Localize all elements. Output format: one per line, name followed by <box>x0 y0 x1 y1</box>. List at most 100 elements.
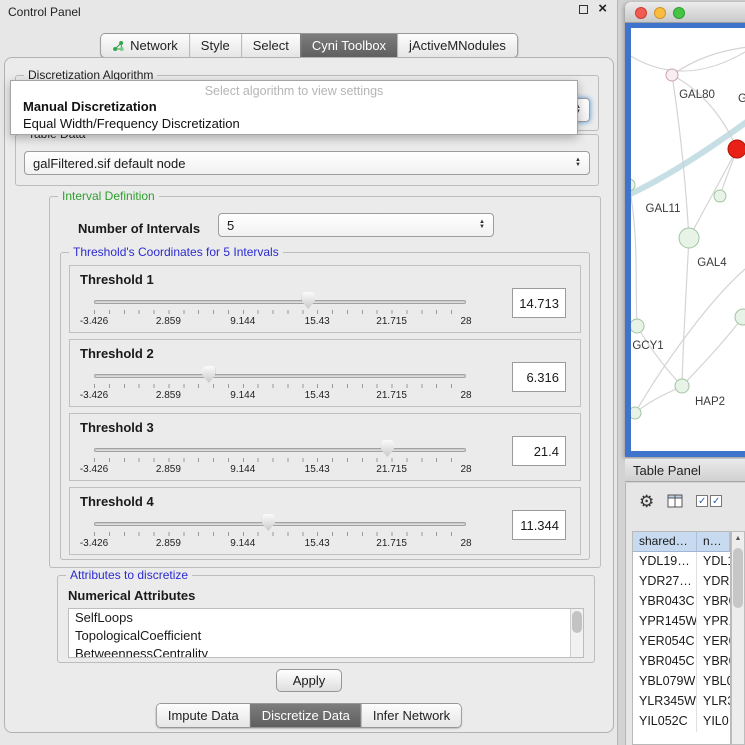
attribute-list-item[interactable]: BetweennessCentrality <box>69 645 583 658</box>
tab-impute-data[interactable]: Impute Data <box>157 704 250 727</box>
node[interactable] <box>714 190 726 202</box>
table-row[interactable]: YER054CYER0… <box>633 632 730 652</box>
network-edge[interactable] <box>682 238 689 386</box>
slider-thumb[interactable] <box>262 514 275 531</box>
threshold-slider-1[interactable]: -3.4262.8599.14415.4321.71528 <box>94 292 466 330</box>
threshold-value-field[interactable]: 6.316 <box>512 362 566 392</box>
slider-thumb[interactable] <box>202 366 215 383</box>
table-scrollbar-thumb[interactable] <box>733 548 743 608</box>
tab-network[interactable]: Network <box>101 34 189 57</box>
table-cell[interactable]: YLR3… <box>697 692 730 712</box>
node[interactable] <box>631 407 641 419</box>
scale-label: 28 <box>460 316 471 327</box>
tab-jactivemnodules[interactable]: jActiveMNodules <box>397 34 517 57</box>
node-gcy1[interactable] <box>631 319 644 333</box>
network-edge[interactable] <box>635 386 682 413</box>
table-row[interactable]: YLR345WYLR3… <box>633 692 730 712</box>
select-all-columns-icon[interactable]: ✓ <box>696 495 708 507</box>
table-row[interactable]: YBR045CYBR0… <box>633 652 730 672</box>
number-of-intervals-combobox[interactable]: 5 ▲▼ <box>218 213 494 237</box>
table-cell[interactable]: YBR043C <box>633 592 697 612</box>
threshold-slider-4[interactable]: -3.4262.8599.14415.4321.71528 <box>94 514 466 552</box>
attribute-list-item[interactable]: TopologicalCoefficient <box>69 627 583 645</box>
list-scrollbar[interactable] <box>570 609 583 657</box>
table-cell[interactable]: YBR0… <box>697 652 730 672</box>
slider-track[interactable] <box>94 522 466 526</box>
network-edge[interactable] <box>631 43 745 71</box>
network-graph[interactable]: GAL80GAL11GAL4GCY1HAP2GA <box>631 28 745 451</box>
slider-track[interactable] <box>94 300 466 304</box>
table-row[interactable]: YBL079WYBL0… <box>633 672 730 692</box>
threshold-slider-3[interactable]: -3.4262.8599.14415.4321.71528 <box>94 440 466 478</box>
tab-select[interactable]: Select <box>241 34 300 57</box>
table-cell[interactable]: YPR145W <box>633 612 697 632</box>
slider-thumb[interactable] <box>302 292 315 309</box>
node[interactable] <box>728 140 745 158</box>
table-cell[interactable]: YER0… <box>697 632 730 652</box>
node-gal80[interactable] <box>666 69 678 81</box>
column-header-2[interactable]: n… <box>697 532 730 551</box>
table-cell[interactable]: YBL0… <box>697 672 730 692</box>
list-scrollbar-thumb[interactable] <box>572 611 582 633</box>
mac-close-icon[interactable] <box>635 7 647 19</box>
apply-button[interactable]: Apply <box>276 669 342 692</box>
network-edge[interactable] <box>682 317 743 386</box>
threshold-label: Threshold 3 <box>80 420 154 435</box>
slider-thumb[interactable] <box>381 440 394 457</box>
table-cell[interactable]: YLR345W <box>633 692 697 712</box>
network-canvas[interactable]: GAL80GAL11GAL4GCY1HAP2GA <box>631 28 745 451</box>
network-edge[interactable] <box>631 185 637 326</box>
combo-arrows-icon: ▲▼ <box>479 220 485 230</box>
network-edge[interactable] <box>689 149 737 238</box>
table-cell[interactable]: YDR2… <box>697 572 730 592</box>
table-row[interactable]: YPR145WYPR1… <box>633 612 730 632</box>
scale-label: 9.144 <box>230 538 255 549</box>
table-row[interactable]: YDL19…YDL1… <box>633 552 730 572</box>
network-edge[interactable] <box>631 113 745 196</box>
mac-minimize-icon[interactable] <box>654 7 666 19</box>
node-hap2[interactable] <box>675 379 689 393</box>
table-cell[interactable]: YBR0… <box>697 592 730 612</box>
tab-style[interactable]: Style <box>189 34 241 57</box>
slider-track[interactable] <box>94 448 466 452</box>
attributes-listbox[interactable]: SelfLoopsTopologicalCoefficientBetweenne… <box>68 608 584 658</box>
table-cell[interactable]: YIL0… <box>697 712 730 732</box>
mac-zoom-icon[interactable] <box>673 7 685 19</box>
node[interactable] <box>735 309 745 325</box>
table-cell[interactable]: YDR27… <box>633 572 697 592</box>
table-row[interactable]: YDR27…YDR2… <box>633 572 730 592</box>
table-cell[interactable]: YIL052C <box>633 712 697 732</box>
network-window-titlebar[interactable] <box>625 2 745 23</box>
select-columns-icon[interactable]: ✓ <box>710 495 722 507</box>
column-chooser-icon[interactable] <box>667 494 683 508</box>
table-cell[interactable]: YDL19… <box>633 552 697 572</box>
table-cell[interactable]: YPR1… <box>697 612 730 632</box>
dropdown-option-manual-discretization[interactable]: Manual Discretization <box>11 98 577 115</box>
table-cell[interactable]: YBR045C <box>633 652 697 672</box>
network-edge[interactable] <box>637 326 682 386</box>
attribute-list-item[interactable]: SelfLoops <box>69 609 583 627</box>
column-header-1[interactable]: shared… <box>633 532 697 551</box>
float-window-icon[interactable] <box>579 5 588 14</box>
table-cell[interactable]: YBL079W <box>633 672 697 692</box>
table-scrollbar[interactable]: ▲ <box>731 531 745 745</box>
table-cell[interactable]: YDL1… <box>697 552 730 572</box>
node-gal4[interactable] <box>679 228 699 248</box>
gear-icon[interactable]: ⚙ <box>639 493 654 510</box>
tab-infer-network[interactable]: Infer Network <box>361 704 461 727</box>
table-cell[interactable]: YER054C <box>633 632 697 652</box>
tab-discretize-data[interactable]: Discretize Data <box>250 704 361 727</box>
threshold-value-field[interactable]: 14.713 <box>512 288 566 318</box>
threshold-value-field[interactable]: 11.344 <box>512 510 566 540</box>
dropdown-option-equal-width-frequency-discretization[interactable]: Equal Width/Frequency Discretization <box>11 115 577 132</box>
tab-cyni-toolbox[interactable]: Cyni Toolbox <box>300 34 397 57</box>
table-data-combobox[interactable]: galFiltered.sif default node ▲▼ <box>24 151 590 175</box>
close-icon[interactable]: × <box>598 4 607 14</box>
scroll-up-icon[interactable]: ▲ <box>732 532 744 542</box>
threshold-value-field[interactable]: 21.4 <box>512 436 566 466</box>
threshold-slider-2[interactable]: -3.4262.8599.14415.4321.71528 <box>94 366 466 404</box>
table-row[interactable]: YBR043CYBR0… <box>633 592 730 612</box>
slider-track[interactable] <box>94 374 466 378</box>
table-row[interactable]: YIL052CYIL0… <box>633 712 730 732</box>
table-panel-title: Table Panel <box>633 463 701 478</box>
